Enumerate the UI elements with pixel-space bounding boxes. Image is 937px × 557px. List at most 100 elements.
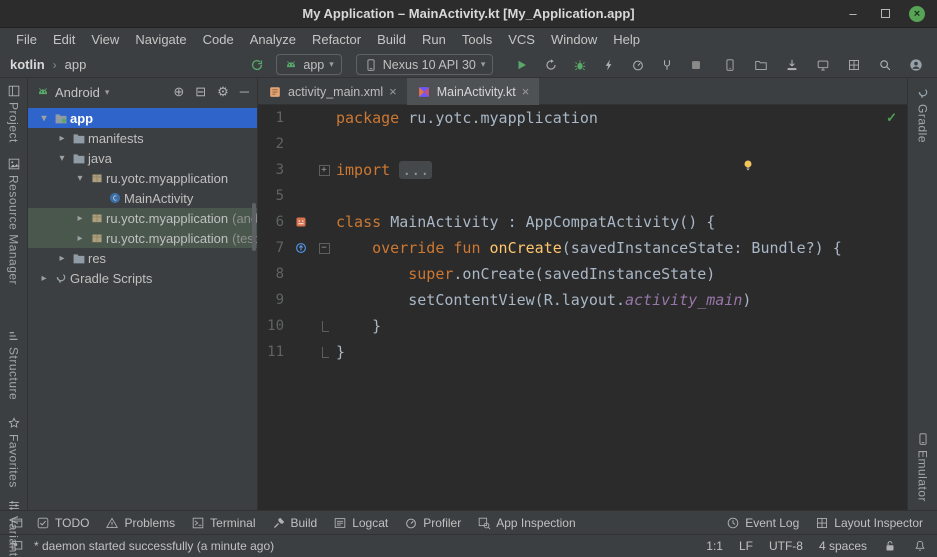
override-icon[interactable] bbox=[286, 241, 316, 255]
readonly-lock-icon[interactable] bbox=[883, 539, 897, 553]
tree-item-manifests[interactable]: ▸manifests bbox=[28, 128, 257, 148]
settings-icon[interactable]: ⚙ bbox=[217, 84, 229, 100]
tab-close-icon[interactable]: × bbox=[389, 85, 397, 98]
tree-item-mainactivity[interactable]: CMainActivity bbox=[28, 188, 257, 208]
tool-window-button-logcat[interactable]: Logcat bbox=[325, 511, 396, 535]
chevron-down-icon[interactable]: ▾ bbox=[54, 153, 70, 164]
chevron-right-icon[interactable]: ▸ bbox=[54, 133, 70, 144]
fold-marker-minus[interactable]: − bbox=[316, 243, 332, 254]
editor-tab-mainactivity-kt[interactable]: MainActivity.kt× bbox=[407, 78, 540, 105]
project-scrollbar-thumb[interactable] bbox=[252, 203, 256, 251]
menu-item-analyze[interactable]: Analyze bbox=[242, 28, 304, 52]
chevron-right-icon[interactable]: ▸ bbox=[72, 213, 88, 224]
breadcrumb-project[interactable]: kotlin bbox=[10, 57, 45, 72]
tool-window-button-event-log[interactable]: Event Log bbox=[718, 511, 807, 535]
tree-item-ru-yotc-myapplication[interactable]: ▾ru.yotc.myapplication bbox=[28, 168, 257, 188]
tree-item-app[interactable]: ▾app bbox=[28, 108, 257, 128]
chevron-down-icon[interactable]: ▾ bbox=[72, 173, 88, 184]
close-button[interactable]: × bbox=[909, 6, 925, 22]
tool-window-switcher-icon[interactable] bbox=[10, 539, 24, 553]
avd-manager-icon[interactable] bbox=[814, 56, 832, 74]
stop-icon[interactable] bbox=[687, 56, 705, 74]
intention-bulb-icon[interactable] bbox=[741, 158, 755, 172]
tab-close-icon[interactable]: × bbox=[522, 85, 530, 98]
todo-icon bbox=[36, 516, 50, 530]
fold-marker-end[interactable] bbox=[316, 321, 332, 332]
maximize-button[interactable] bbox=[877, 6, 893, 22]
window-icon[interactable] bbox=[6, 516, 28, 530]
menu-item-window[interactable]: Window bbox=[543, 28, 605, 52]
tool-button-emulator[interactable]: Emulator bbox=[916, 432, 930, 502]
tool-button-structure[interactable]: Structure bbox=[7, 329, 21, 400]
android-module-icon bbox=[284, 58, 298, 72]
device-manager-icon[interactable] bbox=[721, 56, 739, 74]
code-line-6: 6class MainActivity : AppCompatActivity(… bbox=[258, 209, 907, 235]
chevron-right-icon[interactable]: ▸ bbox=[72, 233, 88, 244]
tool-window-button-problems[interactable]: Problems bbox=[97, 511, 183, 535]
tree-item-ru-yotc-myapplication-androidtest[interactable]: ▸ru.yotc.myapplication(androidTest) bbox=[28, 208, 257, 228]
tool-window-button-app-inspection[interactable]: App Inspection bbox=[469, 511, 583, 535]
tree-item-java[interactable]: ▾java bbox=[28, 148, 257, 168]
menu-item-vcs[interactable]: VCS bbox=[500, 28, 543, 52]
tool-button-favorites[interactable]: Favorites bbox=[7, 416, 21, 488]
tool-button-project[interactable]: Project bbox=[7, 84, 21, 143]
collapse-all-icon[interactable]: ⊟ bbox=[195, 84, 206, 100]
chevron-down-icon[interactable]: ▾ bbox=[36, 113, 52, 124]
user-avatar-icon[interactable] bbox=[907, 56, 925, 74]
sync-gradle-icon[interactable] bbox=[248, 56, 266, 74]
select-opened-file-icon[interactable]: ⊕ bbox=[173, 84, 184, 100]
tree-item-gradle-scripts[interactable]: ▸Gradle Scripts bbox=[28, 268, 257, 288]
menu-item-file[interactable]: File bbox=[8, 28, 45, 52]
menu-item-navigate[interactable]: Navigate bbox=[127, 28, 194, 52]
notifications-bell-icon[interactable] bbox=[913, 539, 927, 553]
line-number: 5 bbox=[258, 183, 286, 209]
line-separator-widget[interactable]: LF bbox=[739, 539, 753, 553]
menu-item-code[interactable]: Code bbox=[195, 28, 242, 52]
profile-icon[interactable] bbox=[629, 56, 647, 74]
layout-inspector-icon[interactable] bbox=[845, 56, 863, 74]
fold-marker-plus[interactable]: + bbox=[316, 165, 332, 176]
device-file-explorer-icon[interactable] bbox=[752, 56, 770, 74]
menu-item-refactor[interactable]: Refactor bbox=[304, 28, 369, 52]
tree-item-ru-yotc-myapplication-test[interactable]: ▸ru.yotc.myapplication(test) bbox=[28, 228, 257, 248]
tool-button-resource-manager[interactable]: Resource Manager bbox=[7, 157, 21, 285]
tool-window-button-terminal[interactable]: Terminal bbox=[183, 511, 263, 535]
tool-window-button-todo[interactable]: TODO bbox=[28, 511, 97, 535]
indent-widget[interactable]: 4 spaces bbox=[819, 539, 867, 553]
apply-code-changes-icon[interactable] bbox=[600, 56, 618, 74]
attach-debugger-icon[interactable] bbox=[658, 56, 676, 74]
tool-window-button-label: Layout Inspector bbox=[834, 516, 923, 530]
project-view-mode[interactable]: Android bbox=[55, 85, 100, 100]
menu-item-tools[interactable]: Tools bbox=[454, 28, 500, 52]
chevron-right-icon[interactable]: ▸ bbox=[36, 273, 52, 284]
run-icon[interactable] bbox=[513, 56, 531, 74]
editor-tab-activity-main-xml[interactable]: activity_main.xml× bbox=[258, 78, 407, 105]
tool-button-gradle[interactable]: Gradle bbox=[916, 86, 930, 143]
code-editor[interactable]: 1package ru.yotc.myapplication23+import … bbox=[258, 105, 907, 510]
tree-item-res[interactable]: ▸res bbox=[28, 248, 257, 268]
breadcrumb-module[interactable]: app bbox=[65, 57, 87, 72]
tool-window-button-build[interactable]: Build bbox=[264, 511, 326, 535]
device-select[interactable]: Nexus 10 API 30 ▾ bbox=[356, 54, 494, 75]
debug-icon[interactable] bbox=[571, 56, 589, 74]
tool-window-button-profiler[interactable]: Profiler bbox=[396, 511, 469, 535]
encoding-widget[interactable]: UTF-8 bbox=[769, 539, 803, 553]
profiler-icon bbox=[404, 516, 418, 530]
menu-item-run[interactable]: Run bbox=[414, 28, 454, 52]
hide-icon[interactable]: ─ bbox=[240, 84, 249, 100]
inspections-status-icon[interactable]: ✓ bbox=[886, 110, 897, 126]
chevron-right-icon[interactable]: ▸ bbox=[54, 253, 70, 264]
menu-item-edit[interactable]: Edit bbox=[45, 28, 83, 52]
menu-item-view[interactable]: View bbox=[83, 28, 127, 52]
sdk-manager-icon[interactable] bbox=[783, 56, 801, 74]
apply-changes-icon[interactable] bbox=[542, 56, 560, 74]
menu-item-build[interactable]: Build bbox=[369, 28, 414, 52]
fold-marker-end[interactable] bbox=[316, 347, 332, 358]
tool-window-button-layout-inspector[interactable]: Layout Inspector bbox=[807, 511, 931, 535]
minimize-button[interactable]: – bbox=[845, 6, 861, 22]
search-everywhere-icon[interactable] bbox=[876, 56, 894, 74]
android-component-icon[interactable] bbox=[286, 215, 316, 229]
menu-item-help[interactable]: Help bbox=[605, 28, 648, 52]
run-config-select[interactable]: app ▾ bbox=[276, 54, 341, 75]
caret-position-widget[interactable]: 1:1 bbox=[706, 539, 723, 553]
